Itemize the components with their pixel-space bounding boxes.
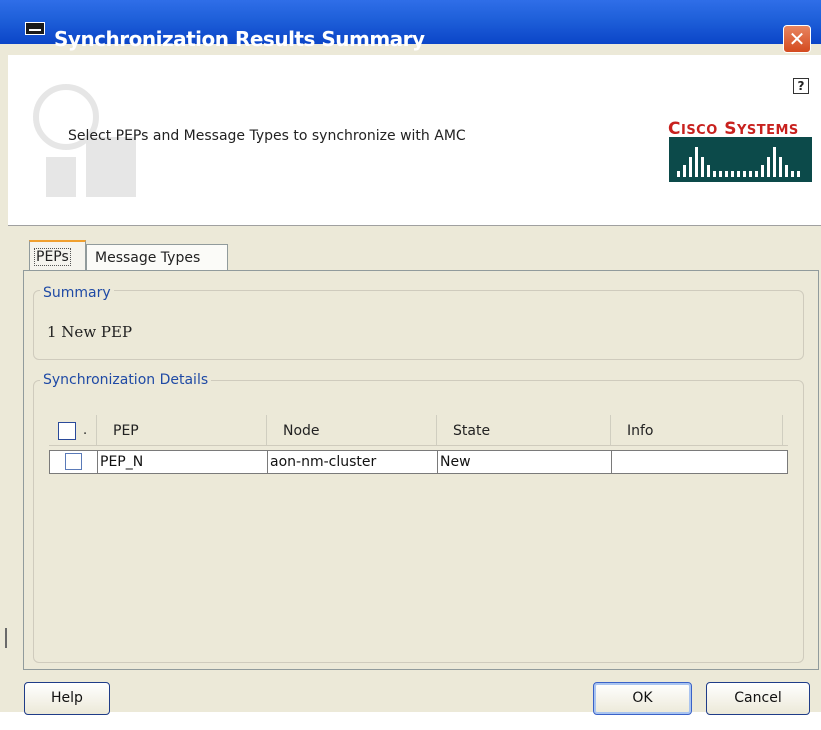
tab-message-types-label: Message Types [95, 250, 201, 266]
tab-message-types[interactable]: Message Types [86, 244, 228, 270]
tab-peps[interactable]: PEPs [29, 240, 86, 270]
app-icon [25, 22, 45, 35]
header-banner: ? Select PEPs and Message Types to synch… [8, 55, 821, 226]
summary-text: 1 New PEP [47, 323, 133, 341]
state-cell-text: New [440, 454, 471, 470]
help-icon[interactable]: ? [793, 78, 809, 94]
cisco-logo-text: CISCO SYSTEMS [668, 119, 799, 139]
title-bar[interactable]: Synchronization Results Summary ✕ [0, 0, 821, 53]
pep-table: . PEP Node State Info PEP_N aon-nm-clust… [49, 412, 788, 656]
info-cell [612, 451, 787, 473]
ok-button[interactable]: OK [593, 682, 692, 715]
column-header-info-label: Info [627, 423, 654, 439]
summary-group [33, 290, 804, 360]
column-header-select: . [83, 423, 88, 438]
details-legend: Synchronization Details [40, 372, 212, 388]
pep-cell-text: PEP_N [100, 454, 144, 470]
node-cell-text: aon-nm-cluster [270, 454, 377, 470]
cisco-logo-icon [669, 137, 812, 182]
table-header: . PEP Node State Info [49, 415, 788, 446]
column-header-info[interactable]: Info [611, 415, 783, 445]
help-button[interactable]: Help [24, 682, 110, 715]
watermark-graphic-icon [33, 84, 136, 197]
close-button[interactable]: ✕ [783, 25, 811, 53]
pep-cell: PEP_N [98, 451, 268, 473]
column-header-state-label: State [453, 423, 491, 439]
column-header-node[interactable]: Node [267, 415, 437, 445]
edge-mark [5, 628, 7, 648]
column-header-state[interactable]: State [437, 415, 611, 445]
column-header-pep[interactable]: PEP [97, 415, 267, 445]
column-header-pep-label: PEP [113, 423, 139, 439]
row-checkbox[interactable] [65, 453, 82, 470]
select-all-header[interactable]: . [49, 415, 97, 445]
state-cell: New [438, 451, 612, 473]
node-cell: aon-nm-cluster [268, 451, 438, 473]
dialog-window: Synchronization Results Summary ✕ ? Sele… [0, 0, 821, 715]
instruction-text: Select PEPs and Message Types to synchro… [68, 128, 466, 144]
window-title: Synchronization Results Summary [54, 27, 425, 51]
tab-peps-label: PEPs [34, 248, 71, 266]
summary-legend: Summary [40, 285, 114, 301]
row-select-cell [50, 451, 98, 473]
cancel-button[interactable]: Cancel [706, 682, 810, 715]
table-row[interactable]: PEP_N aon-nm-cluster New [49, 450, 788, 474]
select-all-checkbox[interactable] [58, 422, 76, 440]
column-header-node-label: Node [283, 423, 320, 439]
